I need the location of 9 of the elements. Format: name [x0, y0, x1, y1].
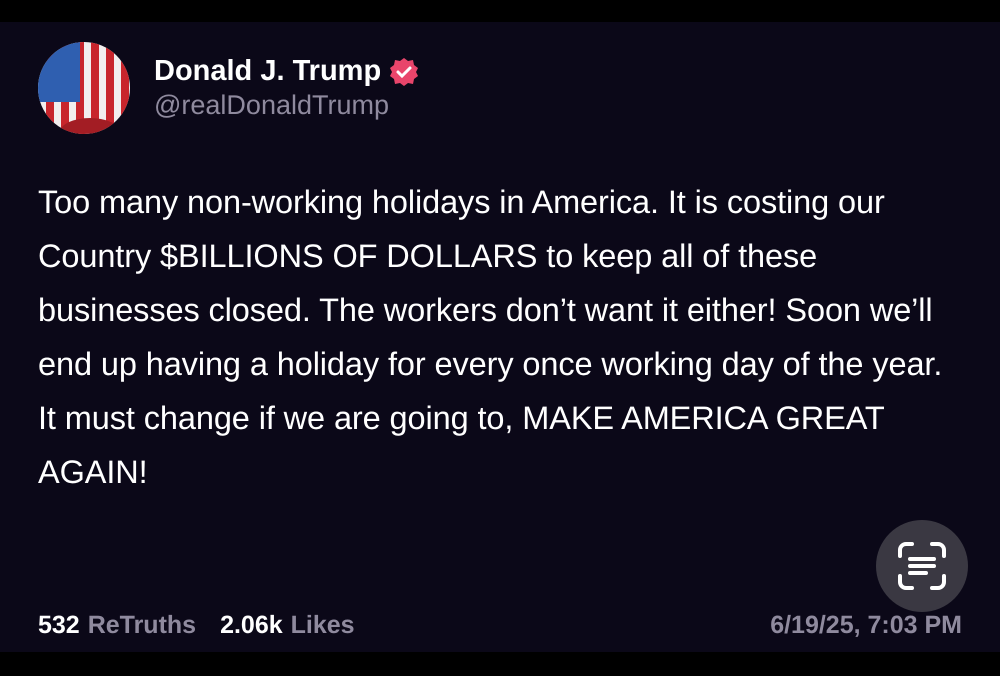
author-handle: @realDonaldTrump [154, 89, 390, 122]
timestamp: 6/19/25, 7:03 PM [770, 610, 962, 640]
stat-label: Likes [290, 610, 355, 640]
scan-text-icon [896, 542, 948, 590]
stat-count: 2.06k [220, 610, 283, 640]
stat-label: ReTruths [88, 610, 196, 640]
stat-count: 532 [38, 610, 80, 640]
post-text: Too many non-working holidays in America. It is costing our Country $BILLIONS OF DOLLARS to keep all of these businesses closed. The workers don’t want it either! Soon we’ll end up having a holiday for every once working day of the year. It must change if we are going to, MAKE AMERICA GREAT AGAIN! [38, 183, 944, 492]
author-name: Donald J. Trump [154, 54, 382, 90]
